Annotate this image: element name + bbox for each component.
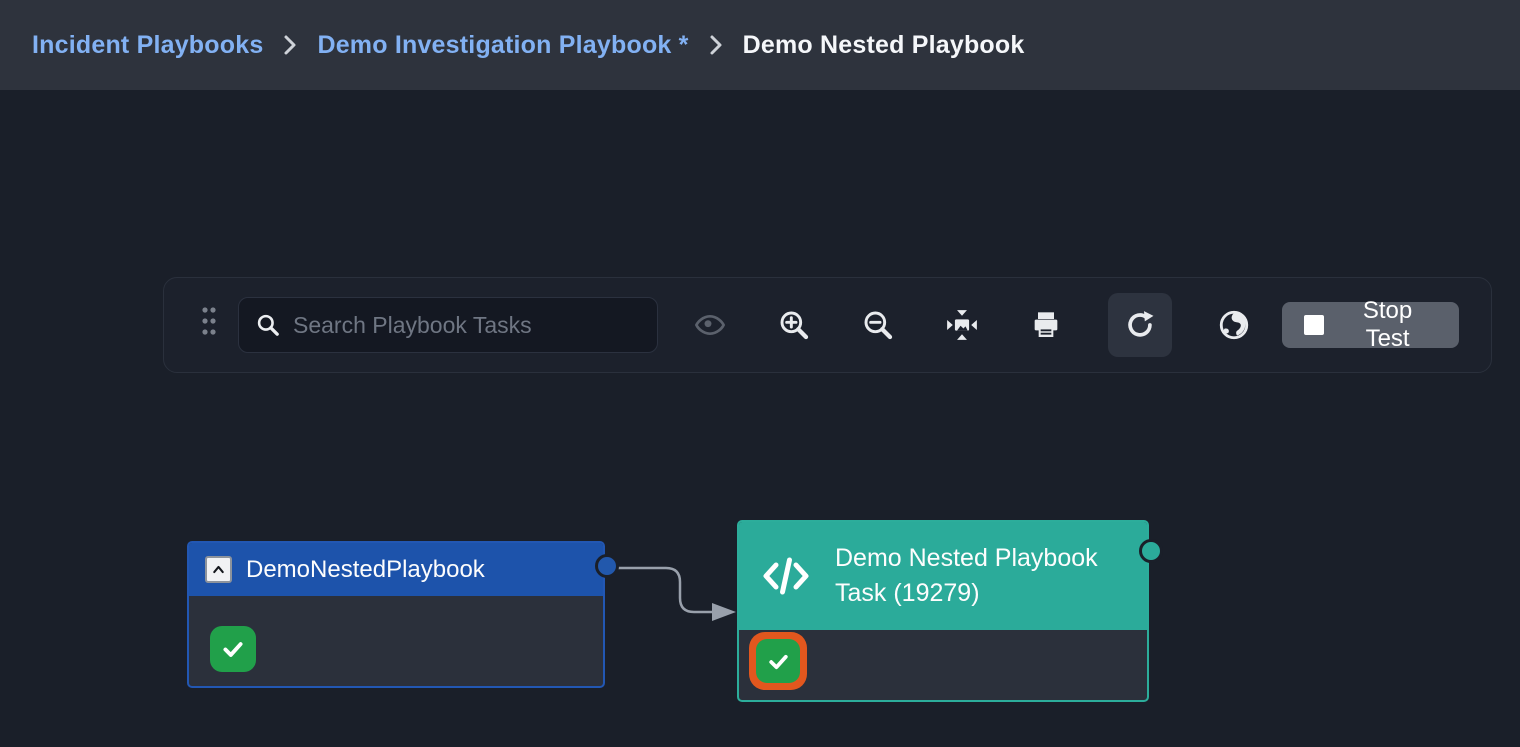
task-title-line1: Demo Nested Playbook — [835, 541, 1098, 576]
check-icon — [220, 636, 246, 662]
chevron-right-icon — [709, 34, 723, 56]
breadcrumb-bar: Incident Playbooks Demo Investigation Pl… — [0, 0, 1520, 90]
refresh-icon — [1123, 308, 1157, 342]
zoom-out-icon — [862, 309, 894, 341]
task-node-header[interactable]: DemoNestedPlaybook — [189, 543, 603, 596]
automation-script-icon — [763, 556, 809, 596]
task-node-demo-nested-playbook[interactable]: DemoNestedPlaybook — [187, 541, 605, 688]
zoom-out-button[interactable] — [856, 303, 900, 347]
search-input[interactable] — [293, 312, 641, 339]
canvas-toolbar: Stop Test — [163, 277, 1492, 373]
task-node-body[interactable] — [189, 596, 603, 686]
task-node-demo-nested-playbook-task[interactable]: Demo Nested Playbook Task (19279) — [737, 520, 1149, 702]
output-connector[interactable] — [595, 554, 619, 578]
zoom-in-icon — [778, 309, 810, 341]
breadcrumb-incident-playbooks[interactable]: Incident Playbooks — [32, 31, 263, 60]
check-icon — [766, 649, 791, 674]
stop-icon — [1304, 315, 1324, 335]
task-completed-badge — [210, 626, 256, 672]
breadcrumb-current-page: Demo Nested Playbook — [743, 31, 1025, 60]
task-title-line2: Task (19279) — [835, 576, 1098, 611]
task-node-body[interactable] — [739, 630, 1147, 700]
playbook-canvas[interactable]: Stop Test DemoNestedPlaybook — [0, 90, 1520, 747]
task-node-header[interactable]: Demo Nested Playbook Task (19279) — [739, 522, 1147, 630]
stop-test-label: Stop Test — [1338, 297, 1437, 353]
task-completed-badge — [756, 639, 800, 683]
fit-to-screen-button[interactable] — [940, 303, 984, 347]
sub-playbook-icon — [205, 556, 232, 583]
eye-button[interactable] — [688, 303, 732, 347]
print-button[interactable] — [1024, 303, 1068, 347]
eye-icon — [694, 309, 726, 341]
stop-test-button[interactable]: Stop Test — [1282, 302, 1459, 348]
output-connector[interactable] — [1139, 539, 1163, 563]
globe-button[interactable] — [1212, 303, 1256, 347]
print-icon — [1030, 309, 1062, 341]
globe-icon — [1217, 308, 1251, 342]
breadcrumb-investigation-playbook[interactable]: Demo Investigation Playbook * — [317, 31, 688, 60]
task-title: DemoNestedPlaybook — [246, 556, 485, 584]
refresh-button[interactable] — [1108, 293, 1172, 357]
search-box[interactable] — [238, 297, 658, 353]
task-title: Demo Nested Playbook Task (19279) — [835, 541, 1098, 611]
search-icon — [255, 312, 281, 338]
task-highlight-ring — [749, 632, 807, 690]
zoom-in-button[interactable] — [772, 303, 816, 347]
chevron-right-icon — [283, 34, 297, 56]
fit-to-screen-icon — [945, 308, 979, 342]
drag-handle[interactable] — [200, 304, 218, 346]
drag-handle-icon — [200, 304, 218, 346]
